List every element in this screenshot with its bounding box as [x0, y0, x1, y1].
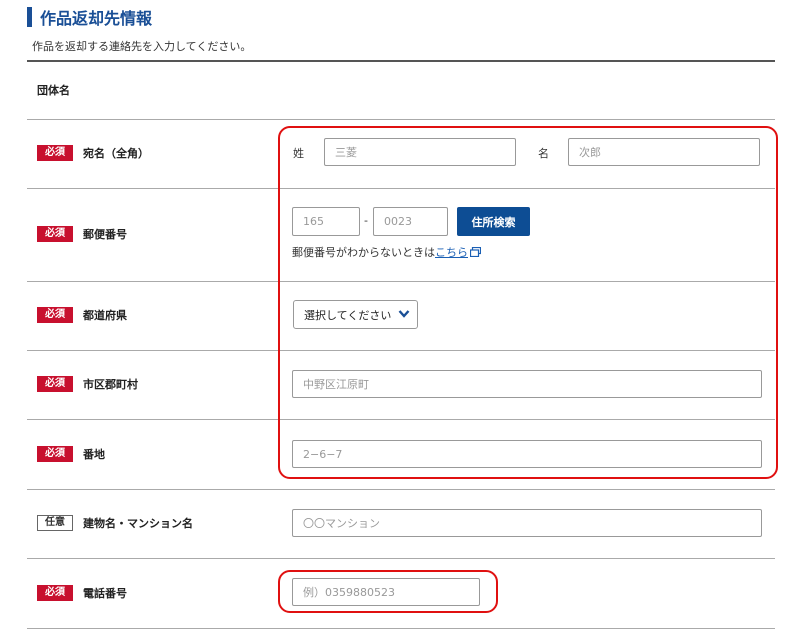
city-label: 市区郡町村: [83, 378, 138, 391]
postal-help: 郵便番号がわからないときはこちら: [292, 244, 482, 260]
last-name-input[interactable]: 三菱: [324, 138, 516, 166]
required-badge: 必須: [37, 585, 73, 601]
prefecture-select[interactable]: 選択してください: [293, 300, 418, 329]
required-badge: 必須: [37, 446, 73, 462]
building-label: 建物名・マンション名: [83, 517, 193, 530]
required-badge: 必須: [37, 307, 73, 323]
building-input[interactable]: 〇〇マンション: [292, 509, 762, 537]
street-input[interactable]: 2−6−7: [292, 440, 762, 468]
postal-code-label: 郵便番号: [83, 228, 127, 241]
required-badge: 必須: [37, 226, 73, 242]
postal-help-text: 郵便番号がわからないときは: [292, 246, 435, 259]
header-accent-bar: [27, 7, 32, 27]
external-window-icon[interactable]: [469, 246, 482, 260]
phone-label: 電話番号: [83, 587, 127, 600]
last-name-label: 姓: [293, 147, 304, 160]
first-name-label: 名: [538, 147, 549, 160]
address-search-button[interactable]: 住所検索: [457, 207, 530, 236]
row-group-name: 団体名: [27, 62, 775, 120]
phone-input[interactable]: 例）0359880523: [292, 578, 480, 606]
postal-separator: -: [364, 214, 368, 227]
page-title: 作品返却先情報: [40, 9, 153, 28]
postal-code-1-input[interactable]: 165: [292, 207, 360, 236]
optional-badge: 任意: [37, 515, 73, 531]
section-header: 作品返却先情報: [27, 6, 152, 28]
name-label: 宛名（全角）: [83, 147, 149, 160]
first-name-input[interactable]: 次郎: [568, 138, 760, 166]
page-subtitle: 作品を返却する連絡先を入力してください。: [32, 40, 252, 53]
city-input[interactable]: 中野区江原町: [292, 370, 762, 398]
required-badge: 必須: [37, 145, 73, 161]
group-name-label: 団体名: [37, 84, 70, 97]
required-badge: 必須: [37, 376, 73, 392]
street-label: 番地: [83, 448, 105, 461]
prefecture-selected-value: 選択してください: [304, 308, 392, 322]
prefecture-label: 都道府県: [83, 309, 127, 322]
postal-code-2-input[interactable]: 0023: [373, 207, 448, 236]
chevron-down-icon: [398, 309, 410, 322]
postal-help-link[interactable]: こちら: [435, 246, 468, 259]
